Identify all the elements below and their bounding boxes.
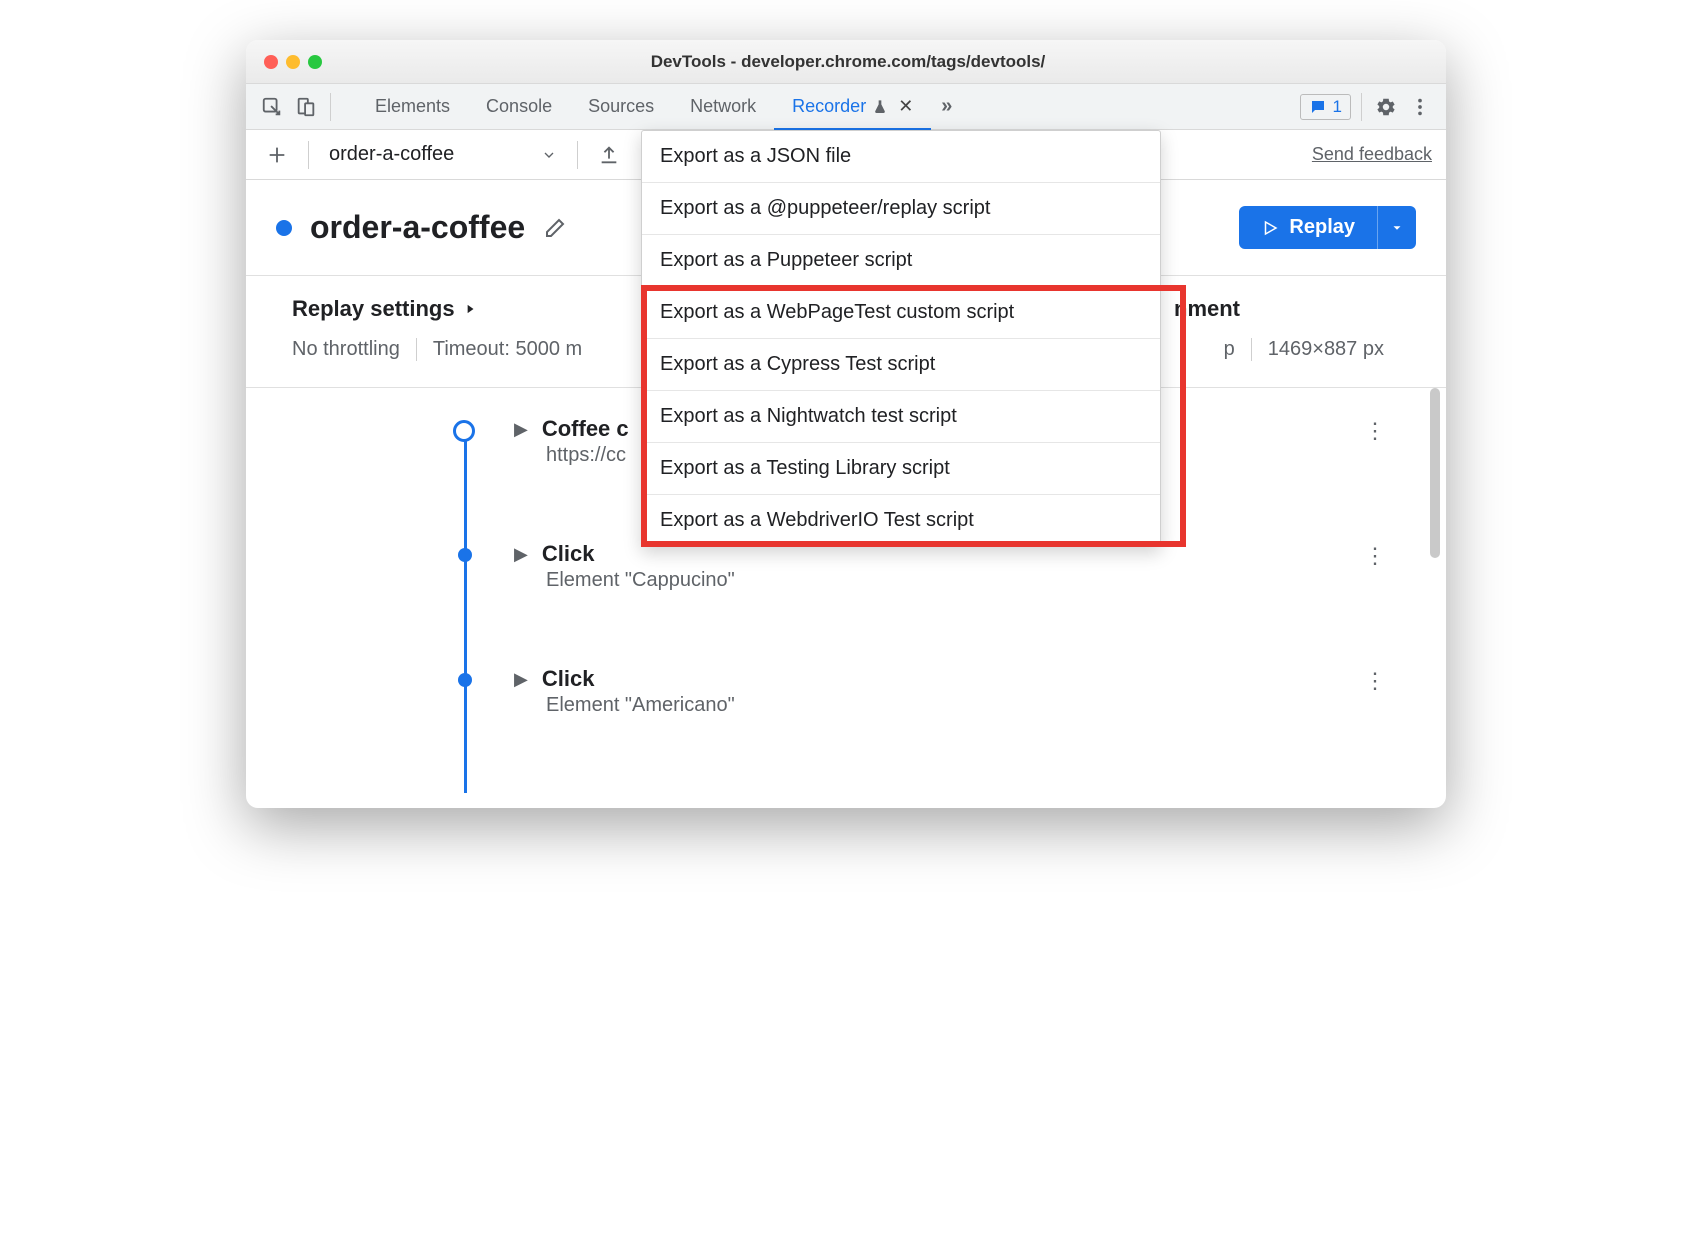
new-recording-icon[interactable] [260,138,294,172]
window-controls [264,55,322,69]
export-webdriverio[interactable]: Export as a WebdriverIO Test script [642,495,1160,546]
play-icon [1261,219,1279,237]
close-window-icon[interactable] [264,55,278,69]
titlebar: DevTools - developer.chrome.com/tags/dev… [246,40,1446,84]
tab-recorder-label: Recorder [792,96,866,117]
step-click-2[interactable]: ▶ Click Element "Americano" ⋮ [454,658,1446,753]
export-webpagetest[interactable]: Export as a WebPageTest custom script [642,287,1160,339]
more-tabs-icon[interactable]: » [931,95,962,118]
export-cypress[interactable]: Export as a Cypress Test script [642,339,1160,391]
environment-label-partial: nment [1174,296,1240,322]
caret-right-icon: ▶ [514,419,528,440]
step-kebab-icon[interactable]: ⋮ [1364,418,1386,444]
export-puppeteer[interactable]: Export as a Puppeteer script [642,235,1160,287]
minimize-window-icon[interactable] [286,55,300,69]
devtools-tabbar: Elements Console Sources Network Recorde… [246,84,1446,130]
tab-console[interactable]: Console [468,84,570,130]
panel-tabs: Elements Console Sources Network Recorde… [357,84,1294,130]
throttling-value: No throttling [292,338,416,361]
step-kebab-icon[interactable]: ⋮ [1364,543,1386,569]
edit-title-icon[interactable] [543,216,567,240]
kebab-menu-icon[interactable] [1406,93,1434,121]
recording-select[interactable]: order-a-coffee [323,143,563,166]
replay-settings-label: Replay settings [292,296,455,322]
step-title: Click [542,666,595,692]
device-toggle-icon[interactable] [292,93,320,121]
close-tab-icon[interactable]: ✕ [898,96,913,117]
divider [1361,93,1362,121]
issues-count: 1 [1333,97,1342,117]
window-title: DevTools - developer.chrome.com/tags/dev… [322,52,1374,72]
caret-right-icon: ▶ [514,669,528,690]
recorder-panel: order-a-coffee Send feedback [246,130,1446,808]
recording-status-dot [276,220,292,236]
timeout-value: Timeout: 5000 m [416,338,598,361]
settings-gear-icon[interactable] [1372,93,1400,121]
tab-sources[interactable]: Sources [570,84,672,130]
divider [308,141,309,169]
viewport-size: 1469×887 px [1251,338,1400,361]
replay-label: Replay [1289,216,1355,239]
devtools-window: DevTools - developer.chrome.com/tags/dev… [246,40,1446,808]
replay-dropdown[interactable] [1377,206,1416,249]
caret-down-icon [1390,221,1404,235]
issues-icon [1309,98,1327,116]
step-subtitle: Element "Cappucino" [546,569,1386,592]
timeline-node-start [453,420,475,442]
timeline-node [458,673,472,687]
send-feedback-link[interactable]: Send feedback [1312,144,1432,165]
divider [330,93,331,121]
step-click-1[interactable]: ▶ Click Element "Cappucino" ⋮ [454,533,1446,628]
step-title: Coffee c [542,416,629,442]
recording-select-label: order-a-coffee [329,143,454,166]
caret-right-icon: ▶ [514,544,528,565]
caret-right-icon [463,302,477,316]
replay-button[interactable]: Replay [1239,206,1377,249]
scrollbar-thumb[interactable] [1430,388,1440,558]
export-testing-library[interactable]: Export as a Testing Library script [642,443,1160,495]
timeline-node [458,548,472,562]
recording-title: order-a-coffee [310,209,525,246]
export-icon[interactable] [592,138,626,172]
step-title: Click [542,541,595,567]
tab-network[interactable]: Network [672,84,774,130]
step-kebab-icon[interactable]: ⋮ [1364,668,1386,694]
inspect-element-icon[interactable] [258,93,286,121]
export-menu: Export as a JSON file Export as a @puppe… [641,130,1161,547]
chevron-down-icon [541,147,557,163]
issues-badge[interactable]: 1 [1300,94,1351,120]
tab-recorder[interactable]: Recorder ✕ [774,84,931,130]
maximize-window-icon[interactable] [308,55,322,69]
export-puppeteer-replay[interactable]: Export as a @puppeteer/replay script [642,183,1160,235]
divider [577,141,578,169]
env-item-partial: p [1208,338,1251,361]
tab-elements[interactable]: Elements [357,84,468,130]
experiment-icon [872,99,888,115]
export-json[interactable]: Export as a JSON file [642,131,1160,183]
replay-button-group: Replay [1239,206,1416,249]
export-nightwatch[interactable]: Export as a Nightwatch test script [642,391,1160,443]
scrollbar[interactable] [1428,388,1442,808]
step-subtitle: Element "Americano" [546,694,1386,717]
